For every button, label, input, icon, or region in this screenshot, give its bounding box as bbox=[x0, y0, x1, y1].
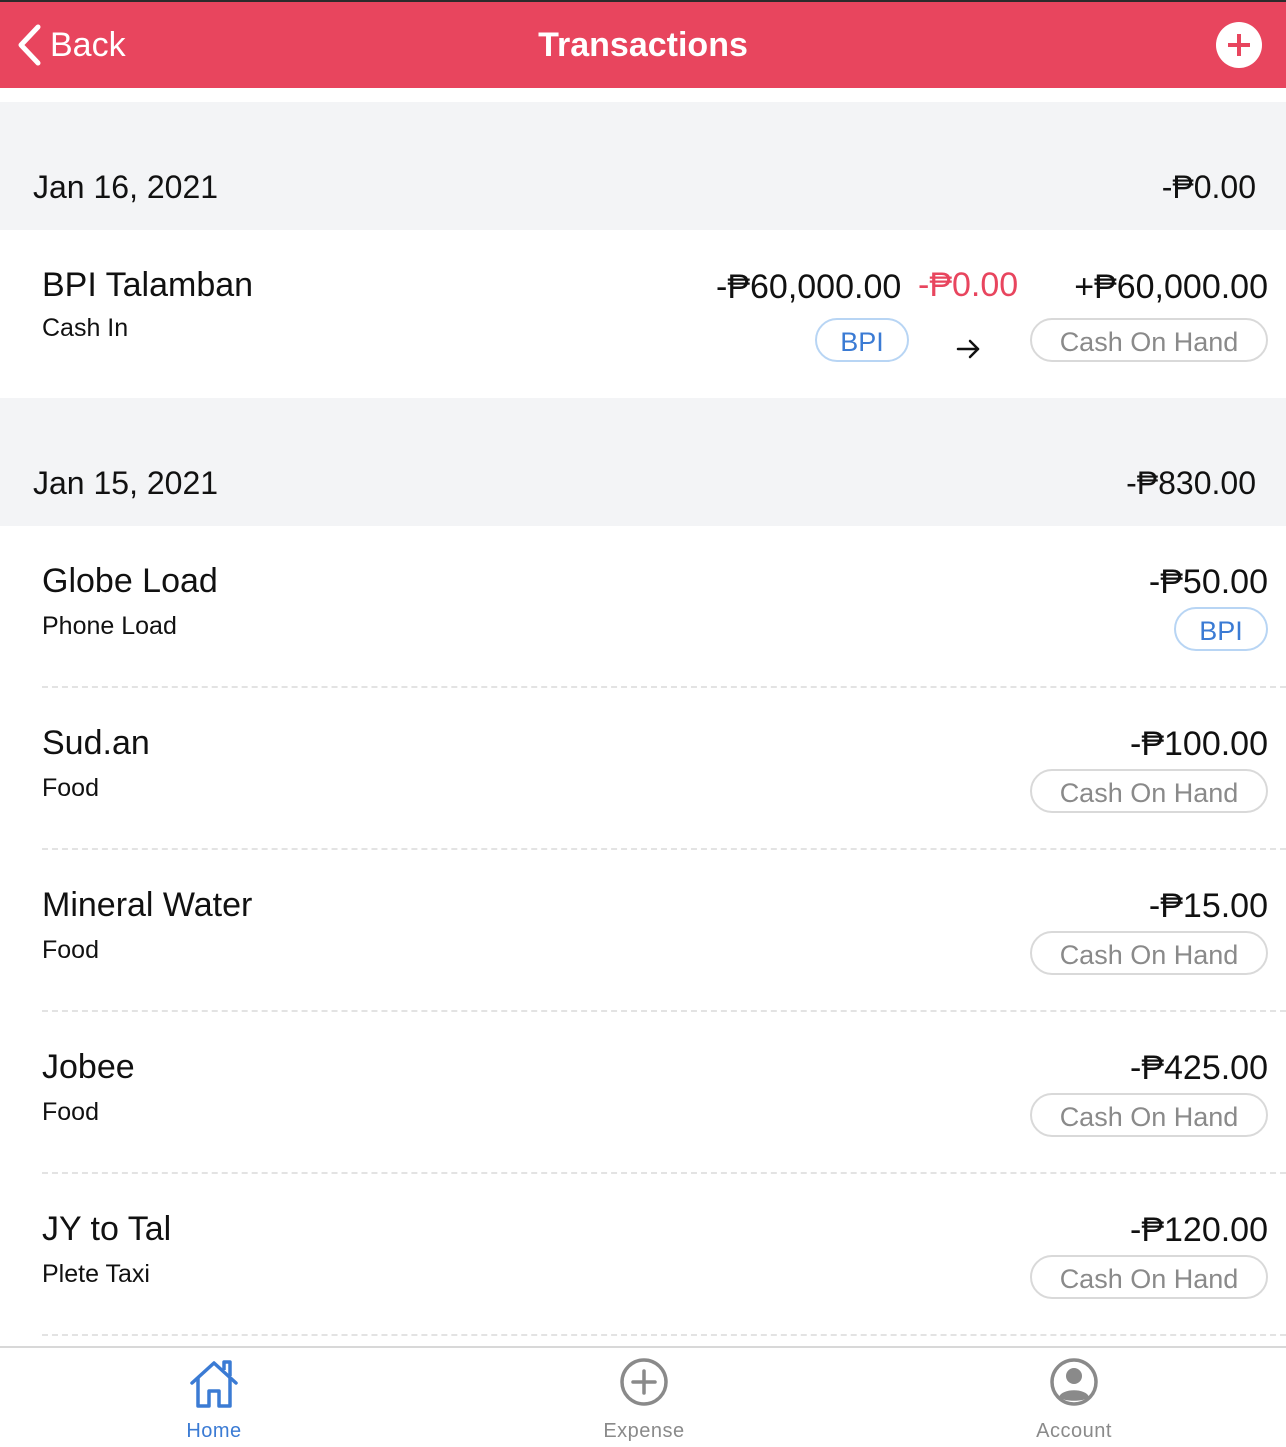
user-circle-icon bbox=[1050, 1358, 1098, 1406]
transfer-fee: -₱0.00 bbox=[918, 266, 1019, 304]
transaction-title: JY to Tal bbox=[42, 1210, 172, 1248]
transaction-title: Mineral Water bbox=[42, 886, 253, 924]
transaction-row[interactable]: Sud.an Food -₱100.00 Cash On Hand bbox=[42, 688, 1286, 850]
transaction-row[interactable]: Mineral Water Food -₱15.00 Cash On Hand bbox=[42, 850, 1286, 1012]
account-chip[interactable]: BPI bbox=[1174, 607, 1268, 651]
transaction-amount: -₱100.00 bbox=[1130, 725, 1268, 763]
transaction-amount: -₱15.00 bbox=[1148, 887, 1268, 925]
tab-bar: Home Expense Account bbox=[0, 1346, 1286, 1447]
tab-home[interactable]: Home bbox=[114, 1348, 314, 1447]
transaction-title: Jobee bbox=[42, 1048, 135, 1086]
account-chip[interactable]: Cash On Hand bbox=[1030, 769, 1268, 813]
transaction-title: BPI Talamban bbox=[42, 266, 254, 304]
page-title: Transactions bbox=[538, 26, 748, 64]
tab-label: Home bbox=[186, 1420, 242, 1442]
transfer-from-amount: -₱60,000.00 bbox=[716, 268, 902, 306]
arrow-right-icon bbox=[956, 339, 980, 359]
transfer-to-amount: +₱60,000.00 bbox=[1074, 268, 1268, 306]
day-total: -₱0.00 bbox=[1161, 169, 1256, 205]
day-total: -₱830.00 bbox=[1126, 465, 1256, 501]
account-chip[interactable]: Cash On Hand bbox=[1030, 931, 1268, 975]
from-account-chip[interactable]: BPI bbox=[815, 318, 909, 362]
account-chip[interactable]: Cash On Hand bbox=[1030, 1255, 1268, 1299]
tab-label: Account bbox=[1036, 1420, 1112, 1442]
transaction-amount: -₱120.00 bbox=[1130, 1211, 1268, 1249]
tab-account[interactable]: Account bbox=[974, 1348, 1174, 1447]
transaction-amount: -₱425.00 bbox=[1130, 1049, 1268, 1087]
navbar: Back Transactions bbox=[0, 0, 1286, 88]
transaction-category: Food bbox=[42, 1098, 99, 1126]
transaction-row[interactable]: Globe Load Phone Load -₱50.00 BPI bbox=[42, 526, 1286, 688]
transaction-title: Globe Load bbox=[42, 562, 218, 600]
tab-expense[interactable]: Expense bbox=[544, 1348, 744, 1447]
day-date: Jan 15, 2021 bbox=[33, 465, 219, 501]
transactions-list[interactable]: Jan 16, 2021 -₱0.00 BPI Talamban Cash In… bbox=[0, 102, 1286, 1346]
add-transaction-button[interactable] bbox=[1216, 22, 1262, 68]
transaction-category: Food bbox=[42, 936, 99, 964]
transaction-category: Phone Load bbox=[42, 612, 177, 640]
transaction-row[interactable]: Jobee Food -₱425.00 Cash On Hand bbox=[42, 1012, 1286, 1174]
account-chip[interactable]: Cash On Hand bbox=[1030, 1093, 1268, 1137]
home-icon bbox=[190, 1360, 238, 1408]
plus-circle-icon bbox=[620, 1358, 668, 1406]
day-header: Jan 15, 2021 -₱830.00 bbox=[0, 398, 1286, 526]
transaction-category: Cash In bbox=[42, 314, 129, 342]
to-account-chip[interactable]: Cash On Hand bbox=[1030, 318, 1268, 362]
transaction-title: Sud.an bbox=[42, 724, 150, 762]
transaction-row[interactable]: JY to Tal Plete Taxi -₱120.00 Cash On Ha… bbox=[42, 1174, 1286, 1336]
day-header: Jan 16, 2021 -₱0.00 bbox=[0, 102, 1286, 230]
transfer-row[interactable]: BPI Talamban Cash In -₱60,000.00 -₱0.00 … bbox=[42, 230, 1286, 398]
day-date: Jan 16, 2021 bbox=[33, 169, 219, 205]
transaction-category: Plete Taxi bbox=[42, 1260, 150, 1288]
transaction-category: Food bbox=[42, 774, 99, 802]
tab-label: Expense bbox=[603, 1420, 685, 1442]
transaction-amount: -₱50.00 bbox=[1148, 563, 1268, 601]
